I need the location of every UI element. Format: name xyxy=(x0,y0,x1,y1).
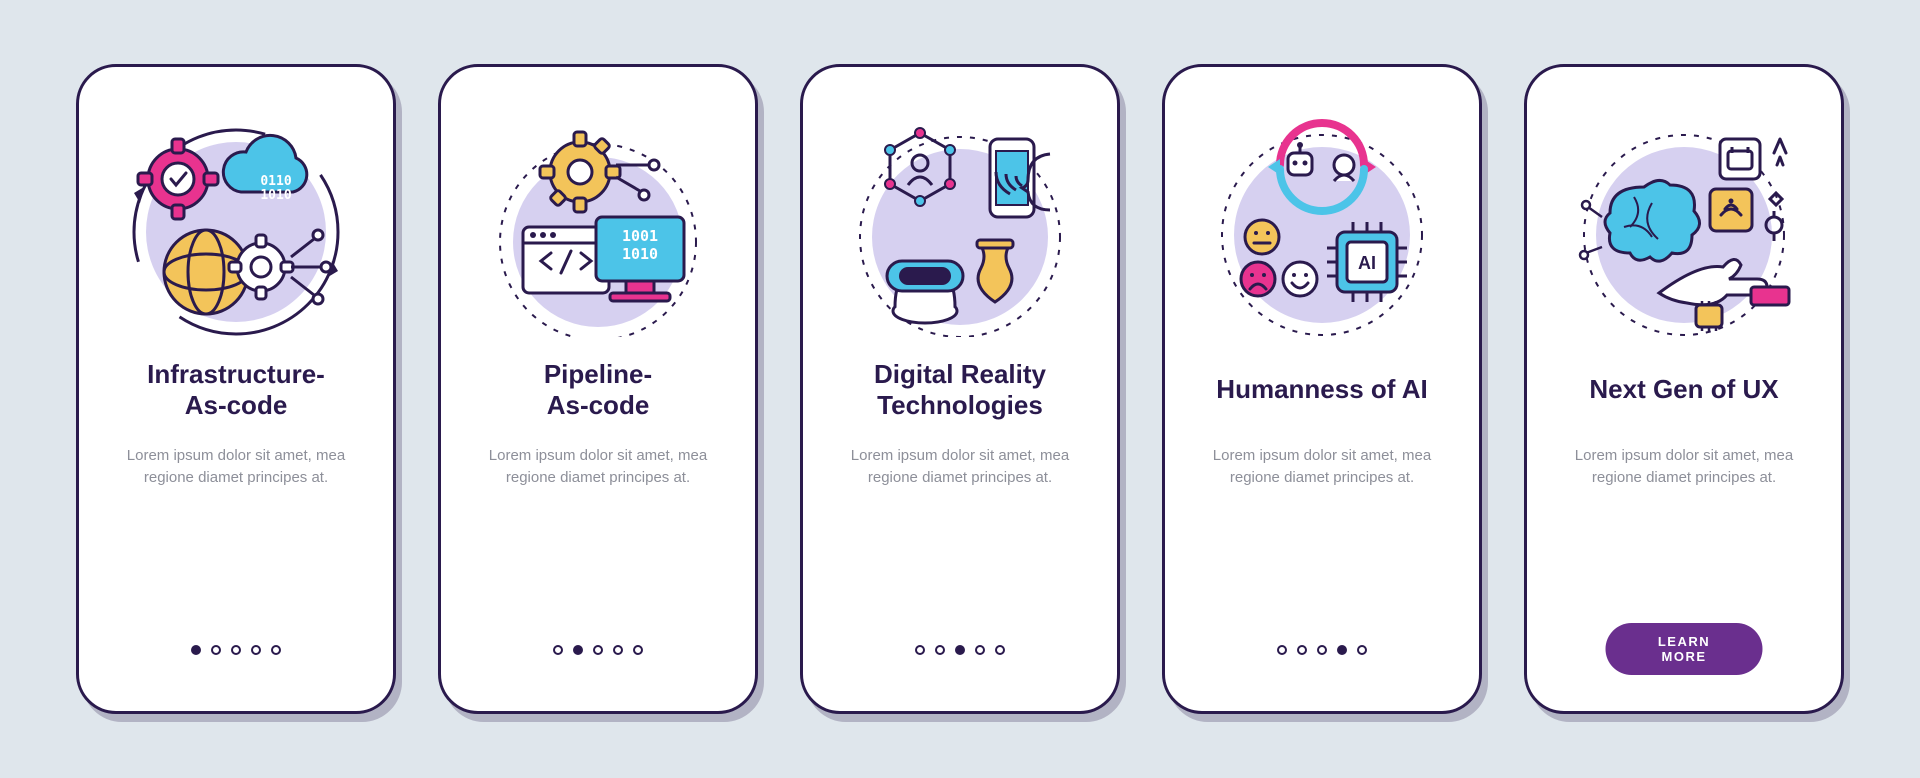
card-description: Lorem ipsum dolor sit amet, mea regione … xyxy=(111,445,361,489)
next-gen-ux-icon xyxy=(1574,117,1794,337)
card-description: Lorem ipsum dolor sit amet, mea regione … xyxy=(1197,445,1447,489)
onboarding-card-4: AI Humanness of AI Lorem ipsum dolor sit… xyxy=(1162,64,1482,714)
dot-4[interactable] xyxy=(613,645,623,655)
dot-5[interactable] xyxy=(1357,645,1367,655)
card-title: Infrastructure- As-code xyxy=(147,357,325,423)
dot-1[interactable] xyxy=(1277,645,1287,655)
svg-text:1010: 1010 xyxy=(260,188,291,203)
svg-text:0110: 0110 xyxy=(260,174,291,189)
onboarding-card-3: Digital Reality Technologies Lorem ipsum… xyxy=(800,64,1120,714)
dot-3[interactable] xyxy=(231,645,241,655)
svg-text:1001: 1001 xyxy=(622,227,658,245)
page-indicator xyxy=(79,645,393,655)
card-description: Lorem ipsum dolor sit amet, mea regione … xyxy=(473,445,723,489)
onboarding-card-5: Next Gen of UX Lorem ipsum dolor sit ame… xyxy=(1524,64,1844,714)
learn-more-button[interactable]: LEARN MORE xyxy=(1606,623,1763,675)
dot-5[interactable] xyxy=(633,645,643,655)
dot-4[interactable] xyxy=(975,645,985,655)
card-title: Pipeline- As-code xyxy=(544,357,652,423)
dot-1[interactable] xyxy=(553,645,563,655)
dot-1[interactable] xyxy=(915,645,925,655)
dot-3[interactable] xyxy=(593,645,603,655)
digital-reality-icon xyxy=(850,117,1070,337)
dot-5[interactable] xyxy=(995,645,1005,655)
page-indicator xyxy=(1165,645,1479,655)
dot-3[interactable] xyxy=(955,645,965,655)
card-title: Digital Reality Technologies xyxy=(874,357,1046,423)
page-indicator xyxy=(803,645,1117,655)
page-indicator xyxy=(441,645,755,655)
dot-4[interactable] xyxy=(251,645,261,655)
card-title: Next Gen of UX xyxy=(1589,357,1778,423)
svg-text:1010: 1010 xyxy=(622,245,658,263)
onboarding-card-2: 1001 1010 Pipeline- As-code Lorem ipsum … xyxy=(438,64,758,714)
card-description: Lorem ipsum dolor sit amet, mea regione … xyxy=(835,445,1085,489)
svg-text:AI: AI xyxy=(1358,253,1376,273)
dot-1[interactable] xyxy=(191,645,201,655)
card-title: Humanness of AI xyxy=(1216,357,1427,423)
onboarding-card-1: 0110 1010 Infrastructure- As-code Lorem … xyxy=(76,64,396,714)
dot-3[interactable] xyxy=(1317,645,1327,655)
dot-2[interactable] xyxy=(1297,645,1307,655)
dot-2[interactable] xyxy=(935,645,945,655)
dot-2[interactable] xyxy=(211,645,221,655)
humanness-ai-icon: AI xyxy=(1212,117,1432,337)
dot-2[interactable] xyxy=(573,645,583,655)
dot-4[interactable] xyxy=(1337,645,1347,655)
card-description: Lorem ipsum dolor sit amet, mea regione … xyxy=(1559,445,1809,489)
pipeline-as-code-icon: 1001 1010 xyxy=(488,117,708,337)
dot-5[interactable] xyxy=(271,645,281,655)
infrastructure-as-code-icon: 0110 1010 xyxy=(126,117,346,337)
